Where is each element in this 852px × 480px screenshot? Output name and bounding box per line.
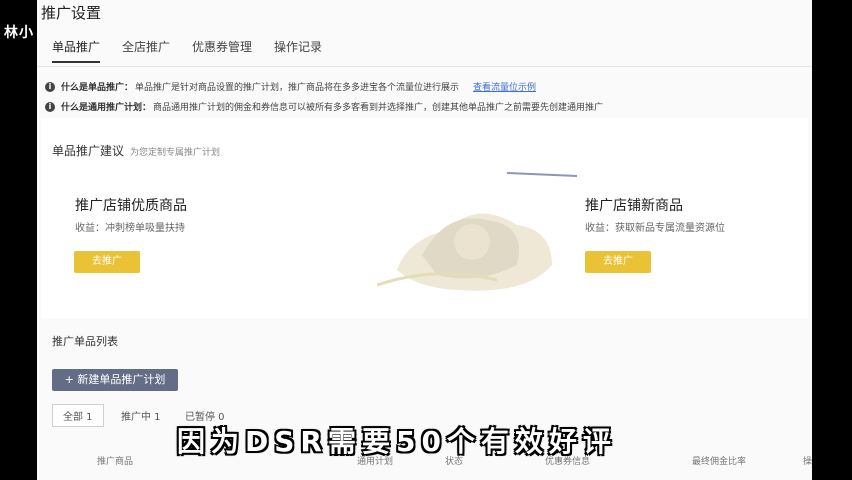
suggestion-title-text: 单品推广建议 bbox=[52, 144, 125, 158]
tab-divider bbox=[37, 66, 812, 67]
card-new-title: 推广店铺新商品 bbox=[585, 198, 683, 214]
notice-single-promotion: i 什么是单品推广： 单品推广是针对商品设置的推广计划，推广商品将在多多进宝各个… bbox=[45, 80, 536, 93]
video-subtitle: 因为DSR需要50个有效好评 bbox=[176, 424, 617, 459]
new-single-promotion-button[interactable]: + 新建单品推广计划 bbox=[52, 369, 178, 391]
card-quality-sub: 收益：冲刺榜单吸量扶持 bbox=[75, 223, 185, 234]
tab-store-promotion[interactable]: 全店推广 bbox=[122, 38, 170, 63]
column-header: 操 bbox=[803, 457, 812, 467]
notice-text: 单品推广是针对商品设置的推广计划，推广商品将在多多进宝各个流量位进行展示 bbox=[135, 83, 460, 93]
promote-new-button[interactable]: 去推广 bbox=[585, 251, 651, 273]
tab-coupon-management[interactable]: 优惠券管理 bbox=[192, 38, 252, 63]
suggestion-subtitle: 为您定制专属推广计划 bbox=[130, 148, 221, 158]
promotion-settings-page: 推广设置 单品推广 全店推广 优惠券管理 操作记录 i 什么是单品推广： 单品推… bbox=[37, 0, 812, 480]
side-label: 林小 bbox=[4, 25, 34, 41]
column-header: 推广商品 bbox=[97, 457, 134, 467]
view-traffic-example-link[interactable]: 查看流量位示例 bbox=[473, 80, 536, 93]
filter-all[interactable]: 全部 1 bbox=[52, 404, 104, 427]
filter-active[interactable]: 推广中 1 bbox=[121, 408, 161, 423]
promotion-illustration bbox=[377, 172, 577, 291]
tab-single-promotion[interactable]: 单品推广 bbox=[52, 38, 101, 63]
notice-general-plan: i 什么是通用推广计划： 商品通用推广计划的佣金和券信息可以被所有多多客看到并选… bbox=[45, 100, 603, 113]
info-icon: i bbox=[45, 101, 55, 112]
notice-question: 什么是单品推广： bbox=[61, 83, 134, 93]
promote-quality-button[interactable]: 去推广 bbox=[74, 251, 140, 273]
column-header: 最终佣金比率 bbox=[692, 457, 747, 467]
tab-operation-log[interactable]: 操作记录 bbox=[274, 38, 322, 63]
tab-bar: 单品推广 全店推广 优惠券管理 操作记录 bbox=[52, 38, 344, 63]
notice-question: 什么是通用推广计划： bbox=[61, 103, 152, 113]
card-new-sub: 收益：获取新品专属流量资源位 bbox=[585, 223, 725, 234]
notice-text: 商品通用推广计划的佣金和券信息可以被所有多多客看到并选择推广，创建其他单品推广之… bbox=[153, 103, 604, 113]
suggestion-title: 单品推广建议 为您定制专属推广计划 bbox=[52, 142, 220, 159]
page-title: 推广设置 bbox=[41, 4, 102, 22]
card-quality-title: 推广店铺优质商品 bbox=[75, 198, 187, 214]
promotion-list-title: 推广单品列表 bbox=[52, 335, 118, 348]
info-icon: i bbox=[45, 81, 55, 92]
